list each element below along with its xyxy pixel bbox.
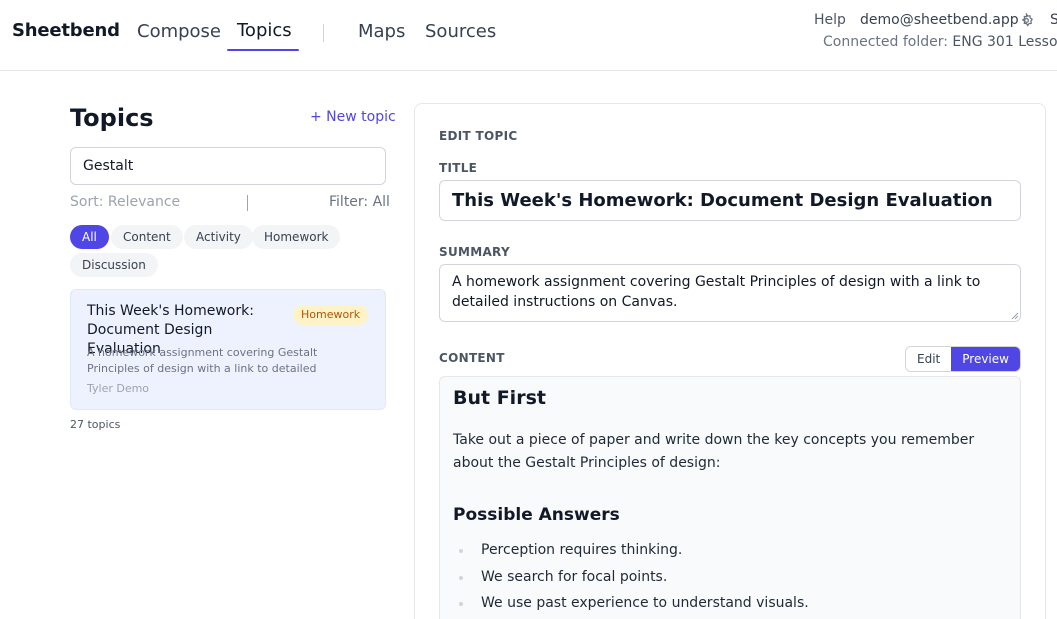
nav-topics[interactable]: Topics: [237, 20, 292, 41]
summary-label: SUMMARY: [439, 245, 510, 259]
topic-card[interactable]: This Week's Homework: Document Design Ev…: [70, 289, 386, 410]
resize-handle-icon[interactable]: [1011, 312, 1019, 320]
title-input[interactable]: [439, 180, 1021, 221]
edit-preview-toggle: Edit Preview: [905, 346, 1021, 372]
preview-list: Perception requires thinking. We search …: [453, 537, 809, 617]
list-item: Perception requires thinking.: [453, 537, 809, 564]
preview-mode-button[interactable]: Preview: [951, 347, 1020, 371]
edit-mode-button[interactable]: Edit: [906, 347, 952, 371]
edit-topic-panel: EDIT TOPIC TITLE SUMMARY A homework assi…: [414, 103, 1046, 619]
content-label: CONTENT: [439, 351, 505, 365]
preview-heading-2: Possible Answers: [453, 505, 620, 525]
connected-folder: Connected folder: ENG 301 Lesson Pla: [823, 34, 1057, 50]
topic-card-summary: A homework assignment covering Gestalt P…: [87, 346, 318, 375]
connected-folder-name[interactable]: ENG 301 Lesson Pla: [952, 34, 1057, 50]
connected-folder-label: Connected folder:: [823, 34, 953, 50]
chip-content[interactable]: Content: [111, 225, 183, 249]
sort-filter-divider: [247, 195, 248, 211]
chip-all[interactable]: All: [70, 225, 109, 249]
topic-search-input[interactable]: [70, 147, 386, 185]
gear-icon[interactable]: [1019, 13, 1034, 28]
chip-discussion[interactable]: Discussion: [70, 253, 158, 277]
topic-card-author: Tyler Demo: [87, 382, 150, 395]
chip-activity[interactable]: Activity: [184, 225, 253, 249]
active-tab-indicator: [227, 49, 299, 51]
edit-topic-label: EDIT TOPIC: [439, 129, 518, 143]
filter-control[interactable]: Filter: All: [329, 194, 390, 210]
new-topic-button[interactable]: + New topic: [310, 109, 396, 125]
list-item: We search for focal points.: [453, 564, 809, 591]
title-label: TITLE: [439, 161, 478, 175]
nav-divider: [323, 24, 324, 42]
list-item: We use past experience to understand vis…: [453, 590, 809, 617]
user-email[interactable]: demo@sheetbend.app: [860, 12, 1019, 28]
nav-compose[interactable]: Compose: [137, 21, 221, 42]
chip-homework[interactable]: Homework: [252, 225, 341, 249]
nav-sources[interactable]: Sources: [425, 21, 496, 42]
summary-textarea[interactable]: A homework assignment covering Gestalt P…: [439, 264, 1021, 322]
topics-heading: Topics: [70, 104, 154, 132]
header-truncated-text[interactable]: S: [1050, 12, 1057, 28]
preview-paragraph: Take out a piece of paper and write down…: [453, 432, 975, 471]
sort-control[interactable]: Sort: Relevance: [70, 194, 180, 210]
topic-type-badge: Homework: [293, 305, 369, 325]
nav-maps[interactable]: Maps: [358, 21, 405, 42]
top-header: Sheetbend Compose Topics Maps Sources He…: [0, 0, 1057, 71]
app-brand[interactable]: Sheetbend: [12, 20, 120, 41]
content-preview: But First Take out a piece of paper and …: [439, 376, 1021, 619]
preview-heading-1: But First: [453, 387, 546, 409]
topic-count: 27 topics: [70, 418, 121, 431]
help-link[interactable]: Help: [814, 12, 846, 28]
